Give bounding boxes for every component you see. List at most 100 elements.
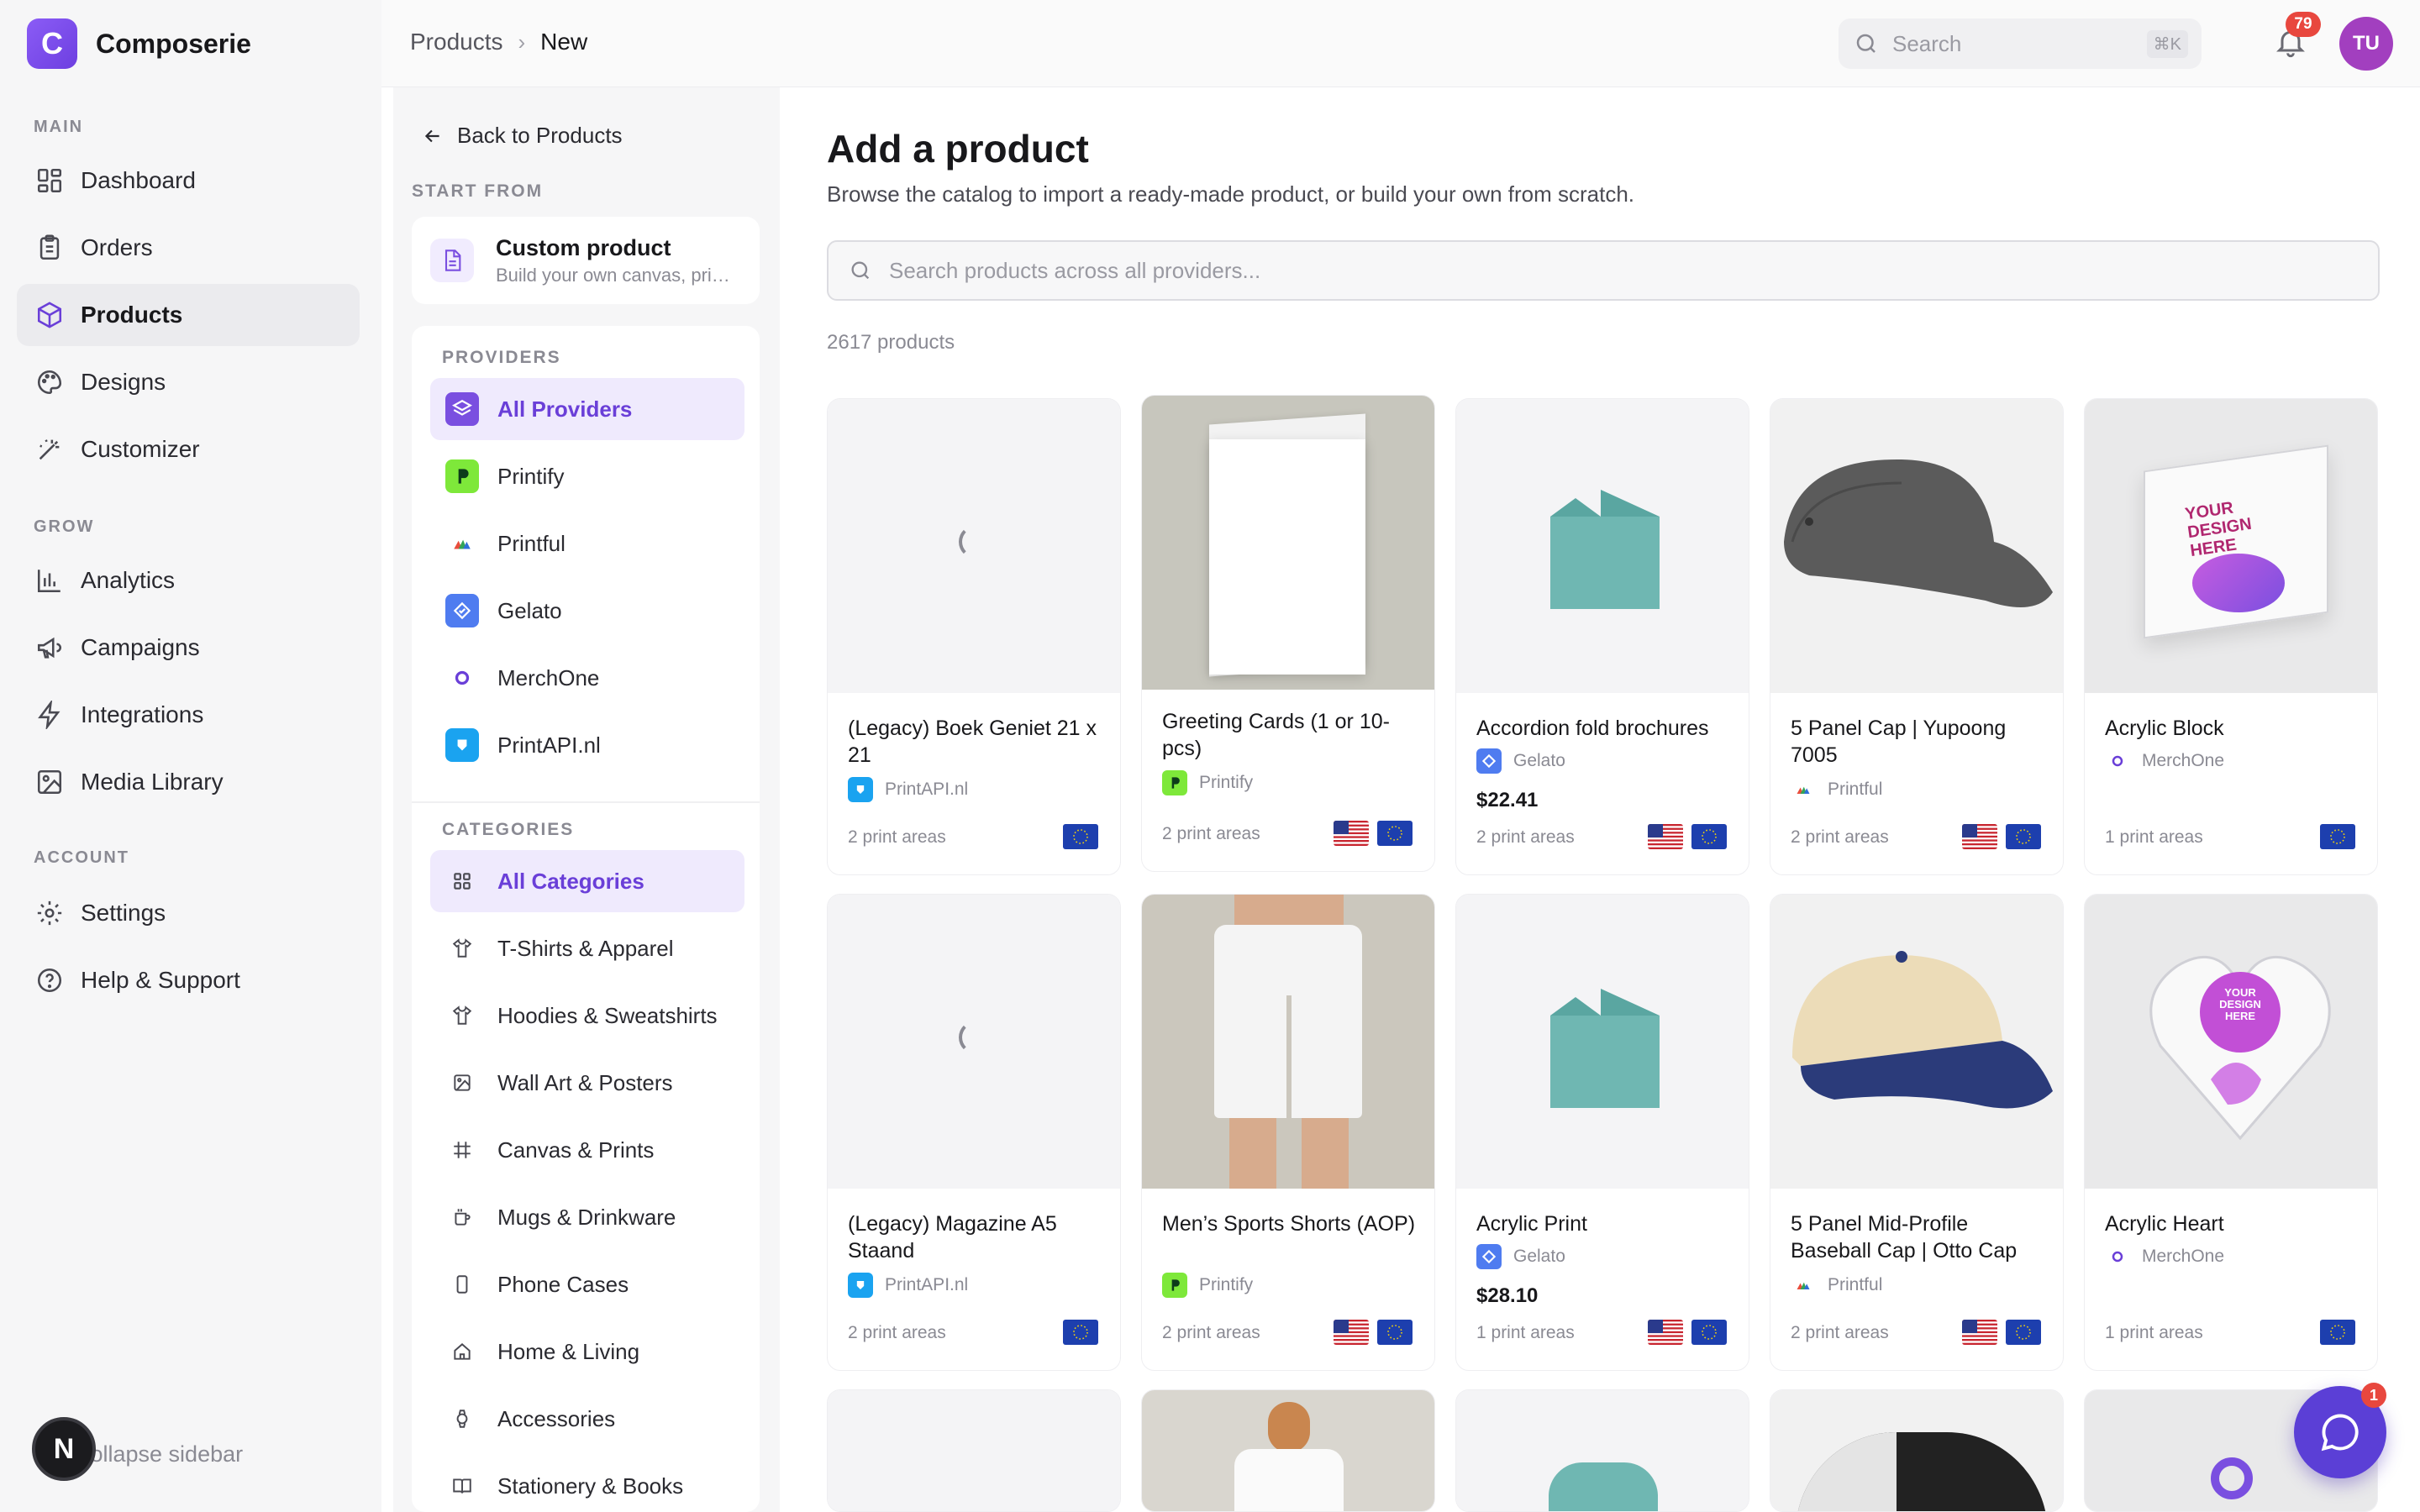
page-subtitle: Browse the catalog to import a ready-mad… bbox=[827, 181, 1634, 207]
product-card[interactable]: Greeting Cards (1 or 10-pcs) Printify 2 … bbox=[1141, 395, 1435, 872]
region-flags bbox=[1639, 824, 1727, 849]
product-card[interactable]: Accordion fold brochures Gelato $22.41 2… bbox=[1455, 398, 1749, 875]
product-card[interactable] bbox=[1770, 1389, 2064, 1512]
printful-logo-icon bbox=[445, 527, 479, 560]
product-card[interactable] bbox=[1455, 1389, 1749, 1512]
category-label: All Categories bbox=[497, 868, 644, 894]
document-icon bbox=[445, 249, 461, 271]
gelato-logo-icon bbox=[445, 594, 479, 627]
provider-label: PrintAPI.nl bbox=[497, 732, 601, 758]
region-flags bbox=[1055, 824, 1098, 849]
palette-icon bbox=[37, 370, 62, 395]
sidebar-item-designs[interactable]: Designs bbox=[17, 351, 360, 413]
product-card[interactable]: Acrylic Print Gelato $28.10 1 print area… bbox=[1455, 894, 1749, 1371]
search-placeholder: Search bbox=[1892, 30, 1962, 56]
product-image bbox=[1770, 1390, 2063, 1511]
sidebar-item-products[interactable]: Products bbox=[17, 284, 360, 346]
sidebar-item-customizer[interactable]: Customizer bbox=[17, 418, 360, 480]
dev-tools-badge[interactable]: N bbox=[32, 1417, 96, 1481]
product-provider: MerchOne bbox=[2105, 748, 2224, 774]
sidebar-item-campaigns[interactable]: Campaigns bbox=[17, 617, 360, 679]
product-card[interactable]: YOUR DESIGN HERE Acrylic Heart MerchOne … bbox=[2084, 894, 2378, 1371]
product-card[interactable]: (Legacy) Magazine A5 Staand PrintAPI.nl … bbox=[827, 894, 1121, 1371]
product-image bbox=[1456, 895, 1749, 1189]
sidebar-item-label: Campaigns bbox=[81, 634, 200, 660]
provider-printful[interactable]: Printful bbox=[430, 512, 744, 575]
brand-name: Composerie bbox=[96, 28, 251, 59]
printful-logo-icon bbox=[1791, 777, 1816, 802]
printapi-logo-icon bbox=[848, 777, 873, 802]
product-card[interactable]: Men’s Sports Shorts (AOP) Printify 2 pri… bbox=[1141, 894, 1435, 1371]
provider-all[interactable]: All Providers bbox=[430, 378, 744, 440]
cap-graphic bbox=[1784, 459, 2053, 607]
product-image-loading bbox=[828, 399, 1120, 693]
custom-product-card[interactable]: Custom product Build your own canvas, pr… bbox=[412, 217, 760, 304]
wand-icon bbox=[39, 439, 60, 460]
acrylic-graphic bbox=[2211, 1457, 2253, 1499]
product-card[interactable]: 5 Panel Cap | Yupoong 7005 Printful 2 pr… bbox=[1770, 398, 2064, 875]
sidebar-item-help-support[interactable]: Help & Support bbox=[17, 949, 360, 1011]
sidebar-item-dashboard[interactable]: Dashboard bbox=[17, 150, 360, 212]
category-hoodies[interactable]: Hoodies & Sweatshirts bbox=[430, 984, 744, 1047]
provider-name: PrintAPI.nl bbox=[885, 1275, 969, 1294]
brand[interactable]: C Composerie bbox=[27, 18, 251, 69]
model-leg-left bbox=[1229, 1118, 1276, 1189]
placeholder-box-graphic bbox=[1550, 490, 1660, 609]
product-card[interactable]: (Legacy) Boek Geniet 21 x 21 PrintAPI.nl… bbox=[827, 398, 1121, 875]
sidebar-item-integrations[interactable]: Integrations bbox=[17, 684, 360, 746]
mug-icon bbox=[445, 1200, 479, 1234]
region-flags bbox=[1954, 824, 2041, 849]
category-wall-art[interactable]: Wall Art & Posters bbox=[430, 1052, 744, 1114]
category-accessories[interactable]: Accessories bbox=[430, 1388, 744, 1450]
custom-product-text: Custom product Build your own canvas, pr… bbox=[496, 235, 731, 286]
clipboard-icon bbox=[39, 234, 60, 260]
global-search-input[interactable]: Search ⌘K bbox=[1839, 18, 2202, 69]
product-card[interactable]: 5 Panel Mid-Profile Baseball Cap | Otto … bbox=[1770, 894, 2064, 1371]
category-canvas[interactable]: Canvas & Prints bbox=[430, 1119, 744, 1181]
back-to-products-link[interactable]: Back to Products bbox=[422, 123, 623, 149]
divider bbox=[412, 801, 760, 803]
sidebar-item-orders[interactable]: Orders bbox=[17, 217, 360, 279]
gelato-logo-icon bbox=[1476, 1244, 1502, 1269]
product-search-input[interactable]: Search products across all providers... bbox=[827, 240, 2380, 301]
provider-printapi[interactable]: PrintAPI.nl bbox=[430, 714, 744, 776]
topbar: Products › New Search ⌘K 79 TU bbox=[381, 0, 2420, 87]
print-areas: 2 print areas bbox=[848, 1323, 946, 1342]
eu-flag-icon bbox=[2006, 824, 2041, 849]
provider-name: MerchOne bbox=[2142, 751, 2225, 770]
product-provider: Gelato bbox=[1476, 1244, 1565, 1269]
category-home-living[interactable]: Home & Living bbox=[430, 1320, 744, 1383]
us-flag-icon bbox=[1648, 824, 1683, 849]
chat-bubble-icon bbox=[2321, 1414, 2359, 1452]
eu-flag-icon bbox=[1691, 1320, 1727, 1345]
product-card[interactable] bbox=[1141, 1389, 1435, 1512]
product-card[interactable] bbox=[827, 1389, 1121, 1512]
product-card[interactable]: YOUR DESIGN HERE Acrylic Block MerchOne … bbox=[2084, 398, 2378, 875]
sidebar-item-analytics[interactable]: Analytics bbox=[17, 549, 360, 612]
category-label: Wall Art & Posters bbox=[497, 1069, 673, 1095]
product-provider: Gelato bbox=[1476, 748, 1565, 774]
category-phone-cases[interactable]: Phone Cases bbox=[430, 1253, 744, 1315]
breadcrumb-products-link[interactable]: Products bbox=[410, 29, 503, 55]
product-provider: MerchOne bbox=[2105, 1244, 2224, 1269]
category-mugs[interactable]: Mugs & Drinkware bbox=[430, 1186, 744, 1248]
provider-merchone[interactable]: MerchOne bbox=[430, 647, 744, 709]
lightning-icon bbox=[38, 701, 60, 729]
avatar[interactable]: TU bbox=[2339, 17, 2393, 71]
provider-printify[interactable]: Printify bbox=[430, 445, 744, 507]
categories-label: CATEGORIES bbox=[442, 820, 575, 839]
provider-name: Printify bbox=[1199, 1275, 1254, 1294]
provider-gelato[interactable]: Gelato bbox=[430, 580, 744, 642]
category-label: T-Shirts & Apparel bbox=[497, 935, 674, 961]
us-flag-icon bbox=[1334, 821, 1369, 846]
sidebar-item-settings[interactable]: Settings bbox=[17, 882, 360, 944]
category-tshirts[interactable]: T-Shirts & Apparel bbox=[430, 917, 744, 979]
printify-logo-icon bbox=[1162, 1273, 1187, 1298]
category-stationery[interactable]: Stationery & Books bbox=[430, 1455, 744, 1512]
provider-name: Gelato bbox=[1513, 1247, 1565, 1266]
printapi-logo-icon bbox=[445, 728, 479, 762]
sidebar-item-media-library[interactable]: Media Library bbox=[17, 751, 360, 813]
home-icon bbox=[445, 1335, 479, 1368]
product-image bbox=[1456, 1390, 1749, 1511]
category-all[interactable]: All Categories bbox=[430, 850, 744, 912]
